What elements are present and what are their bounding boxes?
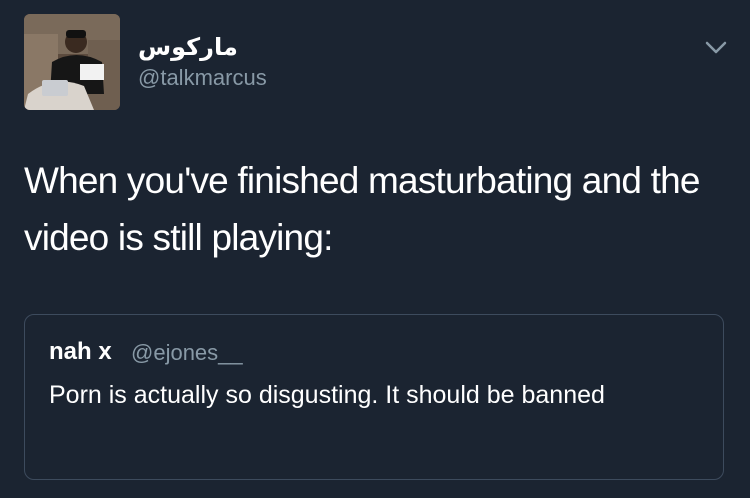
profile-photo-icon — [24, 14, 120, 110]
chevron-down-icon[interactable] — [703, 38, 729, 58]
quoted-tweet[interactable]: nah x @ejones__ Porn is actually so disg… — [24, 314, 724, 480]
tweet-card: ماركوس @talkmarcus When you've finished … — [0, 0, 750, 498]
quoted-text: Porn is actually so disgusting. It shoul… — [49, 381, 605, 409]
quoted-display-name: nah x — [49, 338, 112, 365]
avatar[interactable] — [24, 14, 120, 110]
author-display-name[interactable]: ماركوس — [138, 36, 238, 60]
author-handle[interactable]: @talkmarcus — [138, 66, 267, 90]
tweet-text: When you've finished masturbating and th… — [24, 160, 700, 258]
quoted-handle: @ejones__ — [131, 340, 243, 365]
